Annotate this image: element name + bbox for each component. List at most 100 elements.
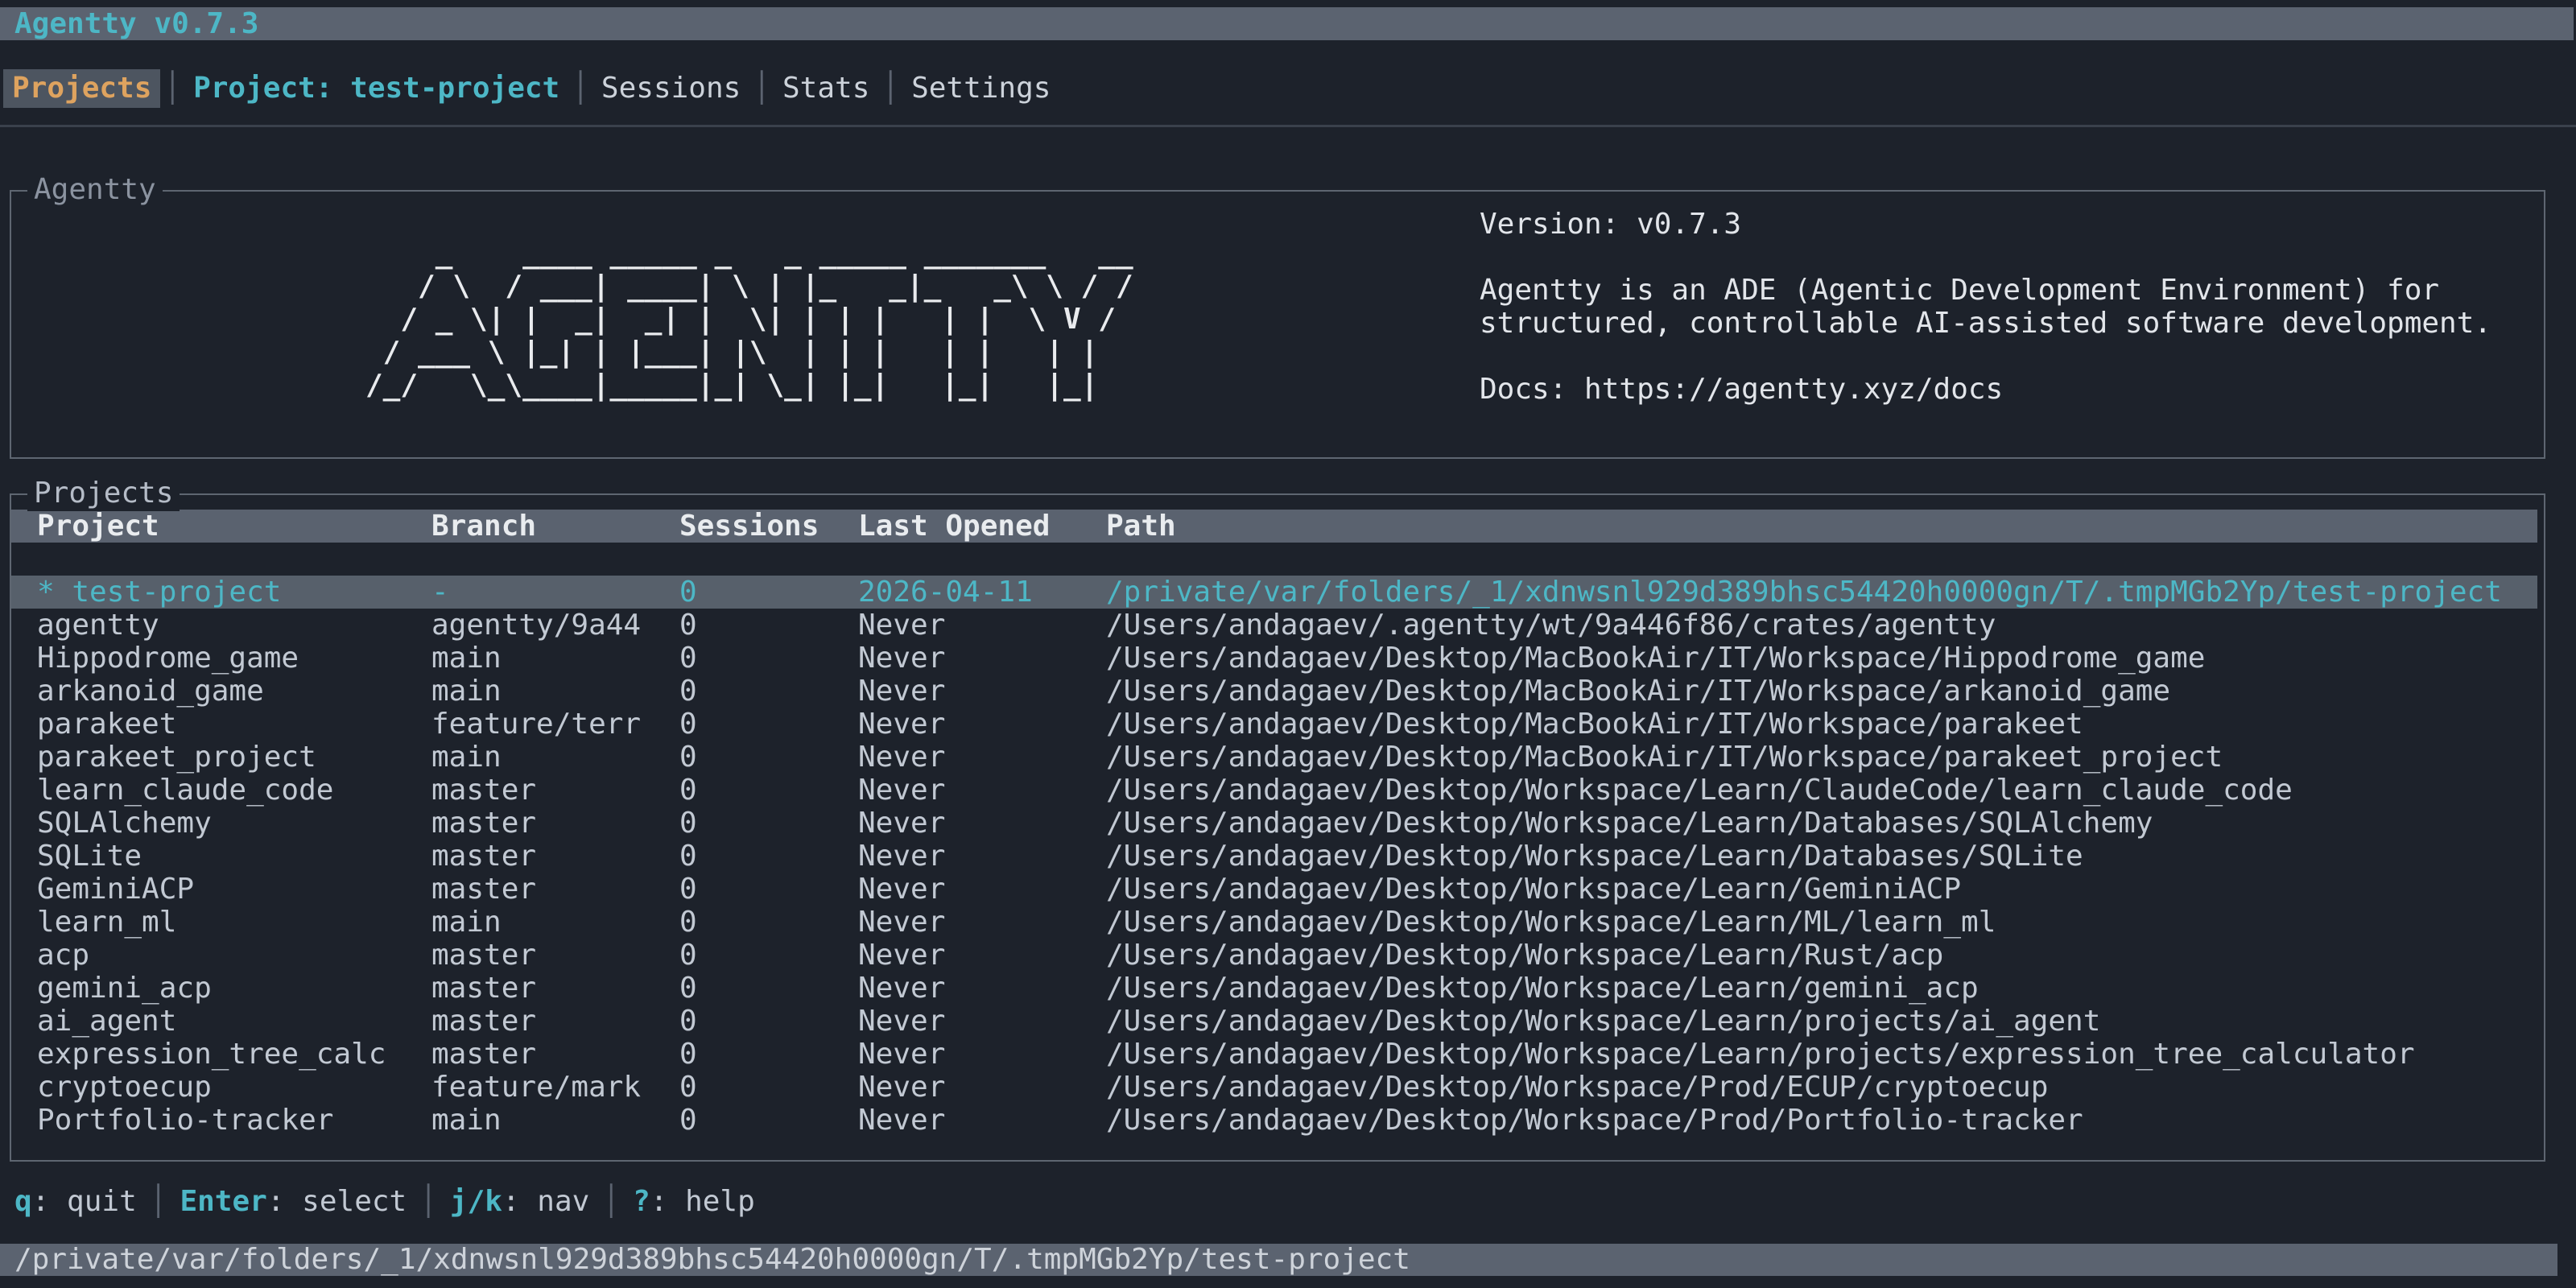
cell-project: Hippodrome_game: [37, 642, 431, 675]
cell-path: /Users/andagaev/Desktop/MacBookAir/IT/Wo…: [1106, 675, 2537, 708]
cell-path: /Users/andagaev/.agentty/wt/9a446f86/cra…: [1106, 609, 2537, 642]
project-row[interactable]: gemini_acpmaster0Never/Users/andagaev/De…: [11, 972, 2537, 1005]
help-colon: :: [502, 1185, 537, 1218]
column-header-path: Path: [1106, 510, 2537, 543]
about-panel-title: Agentty: [27, 172, 163, 208]
tab-settings[interactable]: Settings: [902, 69, 1059, 108]
cell-path: /Users/andagaev/Desktop/MacBookAir/IT/Wo…: [1106, 741, 2537, 774]
blank-line: [11, 543, 2544, 576]
cell-sessions: 0: [679, 807, 858, 840]
column-header-branch: Branch: [431, 510, 679, 543]
project-row[interactable]: expression_tree_calcmaster0Never/Users/a…: [11, 1038, 2537, 1071]
table-header: Project Branch Sessions Last Opened Path: [11, 510, 2537, 543]
cell-last-opened: Never: [858, 1005, 1106, 1038]
cell-path: /Users/andagaev/Desktop/Workspace/Prod/E…: [1106, 1071, 2537, 1104]
cell-last-opened: Never: [858, 906, 1106, 939]
ascii-logo: _ ____ _____ _ _ _____ _______ __ / \ / …: [365, 237, 1133, 402]
projects-panel: Projects Project Branch Sessions Last Op…: [10, 493, 2545, 1162]
help-key: Enter: [180, 1185, 266, 1218]
cell-path: /Users/andagaev/Desktop/Workspace/Learn/…: [1106, 1038, 2537, 1071]
cell-path: /private/var/folders/_1/xdnwsnl929d389bh…: [1106, 576, 2537, 609]
title-bar: Agentty v0.7.3: [0, 7, 2574, 40]
project-row[interactable]: acpmaster0Never/Users/andagaev/Desktop/W…: [11, 939, 2537, 972]
column-header-sessions: Sessions: [679, 510, 858, 543]
project-row[interactable]: SQLitemaster0Never/Users/andagaev/Deskto…: [11, 840, 2537, 873]
cell-sessions: 0: [679, 708, 858, 741]
cell-last-opened: Never: [858, 642, 1106, 675]
project-row[interactable]: parakeet_projectmain0Never/Users/andagae…: [11, 741, 2537, 774]
project-row[interactable]: * test-project-02026-04-11/private/var/f…: [11, 576, 2537, 609]
cell-last-opened: 2026-04-11: [858, 576, 1106, 609]
cell-branch: master: [431, 972, 679, 1005]
project-row[interactable]: GeminiACPmaster0Never/Users/andagaev/Des…: [11, 873, 2537, 906]
cell-project: SQLite: [37, 840, 431, 873]
cell-project: parakeet_project: [37, 741, 431, 774]
cell-last-opened: Never: [858, 675, 1106, 708]
cell-project: SQLAlchemy: [37, 807, 431, 840]
tab-bar: Projects│Project: test-project│Sessions│…: [3, 69, 1059, 108]
cell-last-opened: Never: [858, 939, 1106, 972]
cell-last-opened: Never: [858, 1104, 1106, 1137]
tab-project-test-project[interactable]: Project: test-project: [184, 69, 568, 108]
cell-branch: feature/terr: [431, 708, 679, 741]
project-row[interactable]: parakeetfeature/terr0Never/Users/andagae…: [11, 708, 2537, 741]
project-row[interactable]: Portfolio-trackermain0Never/Users/andaga…: [11, 1104, 2537, 1137]
docs-line: Docs: https://agentty.xyz/docs: [1480, 373, 2491, 406]
cell-branch: main: [431, 1104, 679, 1137]
cell-last-opened: Never: [858, 972, 1106, 1005]
terminal-screen: Agentty v0.7.3 Projects│Project: test-pr…: [0, 0, 2576, 1288]
cell-branch: main: [431, 675, 679, 708]
version-line: Version: v0.7.3: [1480, 208, 2491, 241]
cell-sessions: 0: [679, 1071, 858, 1104]
project-row[interactable]: agenttyagentty/9a440Never/Users/andagaev…: [11, 609, 2537, 642]
project-row[interactable]: Hippodrome_gamemain0Never/Users/andagaev…: [11, 642, 2537, 675]
help-key: q: [14, 1185, 32, 1218]
cell-last-opened: Never: [858, 1038, 1106, 1071]
project-row[interactable]: SQLAlchemymaster0Never/Users/andagaev/De…: [11, 807, 2537, 840]
project-row[interactable]: learn_claude_codemaster0Never/Users/anda…: [11, 774, 2537, 807]
blank-line: [1480, 241, 2491, 274]
cell-branch: main: [431, 642, 679, 675]
cell-path: /Users/andagaev/Desktop/Workspace/Learn/…: [1106, 1005, 2537, 1038]
cell-sessions: 0: [679, 1038, 858, 1071]
tab-projects[interactable]: Projects: [3, 69, 160, 108]
about-panel: Agentty _ ____ _____ _ _ _____ _______ _…: [10, 190, 2545, 459]
help-label: nav: [537, 1185, 589, 1218]
column-header-project: Project: [37, 510, 431, 543]
cell-project: parakeet: [37, 708, 431, 741]
app-title: Agentty v0.7.3: [0, 7, 258, 40]
help-separator: │: [589, 1185, 633, 1218]
help-separator: │: [407, 1185, 450, 1218]
cell-last-opened: Never: [858, 873, 1106, 906]
tab-separator: │: [568, 72, 592, 105]
cell-branch: master: [431, 873, 679, 906]
project-row[interactable]: cryptoecupfeature/mark0Never/Users/andag…: [11, 1071, 2537, 1104]
project-row[interactable]: ai_agentmaster0Never/Users/andagaev/Desk…: [11, 1005, 2537, 1038]
cell-path: /Users/andagaev/Desktop/Workspace/Learn/…: [1106, 807, 2537, 840]
column-header-last-opened: Last Opened: [858, 510, 1106, 543]
project-row[interactable]: learn_mlmain0Never/Users/andagaev/Deskto…: [11, 906, 2537, 939]
status-bar: /private/var/folders/_1/xdnwsnl929d389bh…: [0, 1244, 2557, 1276]
tab-sessions[interactable]: Sessions: [592, 69, 749, 108]
help-label: quit: [67, 1185, 137, 1218]
cell-last-opened: Never: [858, 774, 1106, 807]
cell-sessions: 0: [679, 906, 858, 939]
cell-path: /Users/andagaev/Desktop/Workspace/Learn/…: [1106, 873, 2537, 906]
cell-project: * test-project: [37, 576, 431, 609]
cell-project: acp: [37, 939, 431, 972]
cell-branch: master: [431, 807, 679, 840]
project-row[interactable]: arkanoid_gamemain0Never/Users/andagaev/D…: [11, 675, 2537, 708]
blank-line: [1480, 340, 2491, 373]
cell-last-opened: Never: [858, 807, 1106, 840]
cell-project: expression_tree_calc: [37, 1038, 431, 1071]
cell-branch: master: [431, 939, 679, 972]
description-line-1: Agentty is an ADE (Agentic Development E…: [1480, 274, 2491, 307]
help-label: help: [685, 1185, 755, 1218]
cell-path: /Users/andagaev/Desktop/Workspace/Learn/…: [1106, 906, 2537, 939]
cell-project: GeminiACP: [37, 873, 431, 906]
tab-separator: │: [878, 72, 902, 105]
cell-path: /Users/andagaev/Desktop/Workspace/Learn/…: [1106, 774, 2537, 807]
cell-sessions: 0: [679, 774, 858, 807]
help-colon: :: [32, 1185, 67, 1218]
tab-stats[interactable]: Stats: [774, 69, 878, 108]
